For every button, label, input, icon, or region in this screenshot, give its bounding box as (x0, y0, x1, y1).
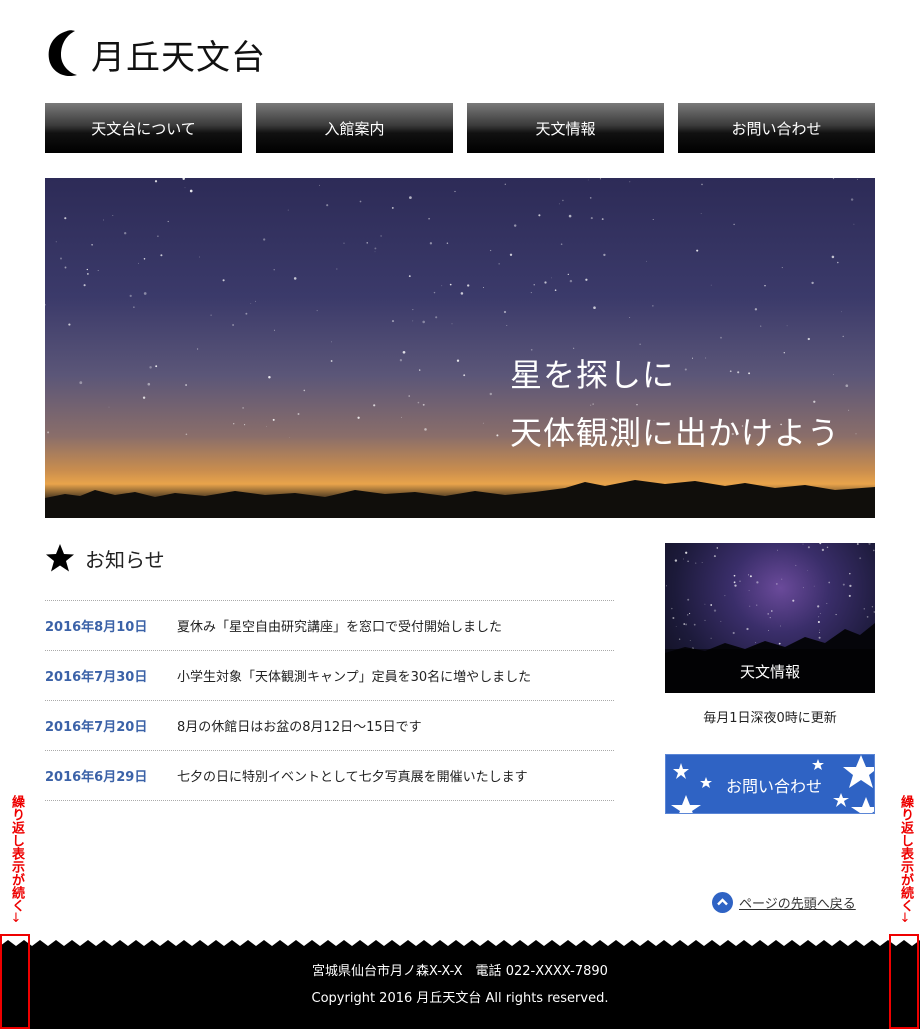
news-text: 小学生対象「天体観測キャンプ」定員を30名に増やしました (177, 670, 532, 685)
nav-item-contact[interactable]: お問い合わせ (678, 103, 875, 153)
footer-address: 宮城県仙台市月ノ森X-X-X 電話 022-XXXX-7890 (312, 964, 608, 979)
repeat-annotation-left: 繰り返し表示が続く ↓ (5, 795, 27, 926)
repeat-annotation-right: 繰り返し表示が続く ↓ (894, 795, 916, 926)
hero-banner: 星を探しに 天体観測に出かけよう (45, 178, 875, 518)
crescent-moon-icon (48, 30, 77, 77)
down-arrow-icon: ↓ (899, 911, 911, 926)
site-footer: 宮城県仙台市月ノ森X-X-X 電話 022-XXXX-7890 Copyrigh… (0, 946, 920, 1029)
chevron-up-icon (712, 892, 733, 913)
list-item[interactable]: 2016年7月30日 小学生対象「天体観測キャンプ」定員を30名に増やしました (45, 651, 614, 701)
list-item[interactable]: 2016年8月10日 夏休み「星空自由研究講座」を窓口で受付開始しました (45, 601, 614, 651)
page-top-link[interactable]: ページの先頭へ戻る (712, 892, 856, 913)
page-top-label: ページの先頭へ戻る (739, 897, 856, 912)
news-list: 2016年8月10日 夏休み「星空自由研究講座」を窓口で受付開始しました 201… (45, 600, 614, 801)
news-title: お知らせ (85, 547, 165, 572)
hero-line-1: 星を探しに (510, 356, 676, 394)
site-title: 月丘天文台 (91, 37, 266, 78)
contact-button-label: お問い合わせ (725, 777, 822, 796)
news-text: 8月の休館日はお盆の8月12日〜15日です (177, 720, 422, 735)
repeat-marker-box-right (889, 934, 919, 1029)
news-date: 2016年6月29日 (45, 770, 148, 785)
contact-button[interactable]: お問い合わせ (665, 754, 875, 814)
site-logo[interactable]: 月丘天文台 (45, 28, 266, 80)
hero-copy: 星を探しに 天体観測に出かけよう (510, 346, 840, 462)
news-date: 2016年8月10日 (45, 620, 148, 635)
news-date: 2016年7月20日 (45, 720, 148, 735)
nav-item-astronomy[interactable]: 天文情報 (467, 103, 664, 153)
card-label: 天文情報 (665, 649, 875, 693)
annotation-text: 繰り返し表示が続く (9, 795, 24, 912)
news-date: 2016年7月30日 (45, 670, 148, 685)
list-item[interactable]: 2016年7月20日 8月の休館日はお盆の8月12日〜15日です (45, 701, 614, 751)
annotation-text: 繰り返し表示が続く (898, 795, 913, 912)
news-heading: お知らせ (45, 543, 165, 573)
down-arrow-icon: ↓ (10, 911, 22, 926)
astronomy-info-card[interactable]: 天文情報 (665, 543, 875, 693)
global-nav: 天文台について 入館案内 天文情報 お問い合わせ (45, 103, 875, 153)
footer-copyright: Copyright 2016 月丘天文台 All rights reserved… (311, 991, 609, 1006)
card-caption: 毎月1日深夜0時に更新 (703, 711, 837, 726)
news-text: 夏休み「星空自由研究講座」を窓口で受付開始しました (177, 620, 503, 635)
repeat-marker-box-left (0, 934, 30, 1029)
list-item[interactable]: 2016年6月29日 七夕の日に特別イベントとして七夕写真展を開催いたします (45, 751, 614, 801)
star-icon (46, 544, 74, 572)
treeline-silhouette (45, 480, 875, 518)
hero-line-2: 天体観測に出かけよう (510, 414, 841, 452)
nav-item-admission[interactable]: 入館案内 (256, 103, 453, 153)
nav-item-about[interactable]: 天文台について (45, 103, 242, 153)
news-text: 七夕の日に特別イベントとして七夕写真展を開催いたします (177, 770, 528, 785)
